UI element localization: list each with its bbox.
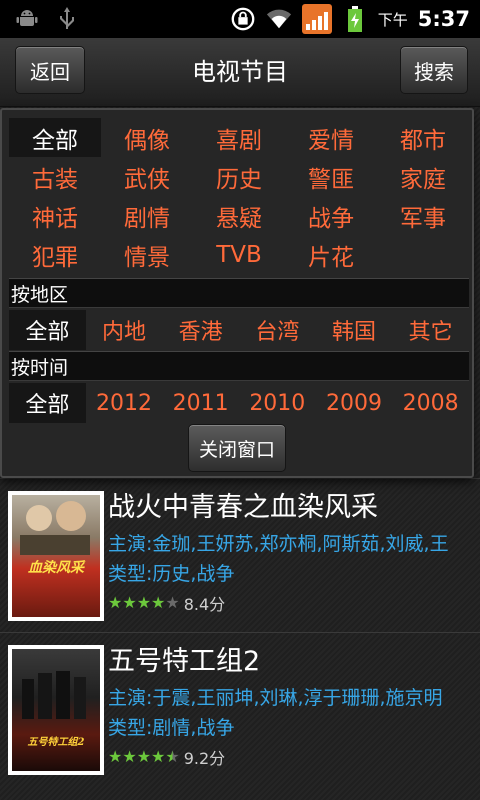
show-cast: 主演:金珈,王妍苏,郑亦桐,阿斯茹,刘威,王 <box>108 533 449 555</box>
genre-option[interactable]: 都市 <box>377 118 469 157</box>
android-debug-icon <box>14 6 40 32</box>
show-rating: ★ ★ ★ ★ ★ 9.2分 <box>108 745 225 769</box>
region-option[interactable]: 全部 <box>9 310 86 350</box>
genre-option[interactable]: 古装 <box>9 157 101 196</box>
genre-option[interactable]: 片花 <box>285 235 377 274</box>
genre-grid: 全部 偶像 喜剧 爱情 都市 古装 武侠 历史 警匪 家庭 神话 剧情 悬疑 战… <box>9 118 469 274</box>
search-button[interactable]: 搜索 <box>400 46 468 94</box>
battery-charging-icon <box>342 6 368 32</box>
genre-option[interactable]: 情景 <box>101 235 193 274</box>
region-row: 全部 内地 香港 台湾 韩国 其它 <box>9 310 469 350</box>
usb-icon <box>54 6 80 32</box>
genre-option[interactable]: 历史 <box>193 157 285 196</box>
region-option[interactable]: 韩国 <box>316 310 393 350</box>
show-cast: 主演:于震,王丽坤,刘琳,淳于珊珊,施京明 <box>108 687 443 709</box>
carrier-signal-icon <box>301 4 332 34</box>
status-bar: 下午 5:37 <box>0 0 480 38</box>
show-poster: 五号特工组2 <box>8 645 104 775</box>
genre-option[interactable]: 爱情 <box>285 118 377 157</box>
genre-option[interactable]: 喜剧 <box>193 118 285 157</box>
genre-option[interactable]: 神话 <box>9 196 101 235</box>
genre-option[interactable]: 军事 <box>377 196 469 235</box>
star-icon: ★ <box>108 593 123 612</box>
genre-option[interactable]: 武侠 <box>101 157 193 196</box>
year-row: 全部 2012 2011 2010 2009 2008 <box>9 383 469 423</box>
year-option[interactable]: 2010 <box>239 383 316 423</box>
star-icon: ★ <box>122 747 137 766</box>
filter-popup: 全部 偶像 喜剧 爱情 都市 古装 武侠 历史 警匪 家庭 神话 剧情 悬疑 战… <box>0 108 474 478</box>
star-icon: ★ <box>151 747 166 766</box>
title-bar: 返回 电视节目 搜索 <box>0 38 480 107</box>
genre-option[interactable]: 偶像 <box>101 118 193 157</box>
year-option[interactable]: 2009 <box>316 383 393 423</box>
region-option[interactable]: 香港 <box>162 310 239 350</box>
poster-caption: 五号特工组2 <box>27 737 85 748</box>
show-score: 9.2分 <box>183 749 226 768</box>
time-section-header: 按时间 <box>9 351 469 381</box>
star-icon: ★ <box>108 747 123 766</box>
wifi-icon <box>266 6 292 32</box>
region-option[interactable]: 内地 <box>86 310 163 350</box>
screen-rotation-lock-icon <box>230 6 256 32</box>
show-list-item[interactable]: 血染风采 战火中青春之血染风采 主演:金珈,王妍苏,郑亦桐,阿斯茹,刘威,王 类… <box>0 478 480 628</box>
status-time-ampm: 下午 <box>377 10 408 29</box>
genre-option[interactable]: TVB <box>193 235 285 274</box>
genre-option[interactable]: 家庭 <box>377 157 469 196</box>
show-poster: 血染风采 <box>8 491 104 621</box>
show-type: 类型:历史,战争 <box>108 563 235 585</box>
close-window-button[interactable]: 关闭窗口 <box>188 424 286 472</box>
show-title: 五号特工组2 <box>108 646 261 677</box>
show-list-item[interactable]: 五号特工组2 五号特工组2 主演:于震,王丽坤,刘琳,淳于珊珊,施京明 类型:剧… <box>0 632 480 782</box>
genre-option[interactable]: 犯罪 <box>9 235 101 274</box>
half-star-icon: ★ <box>165 747 180 766</box>
show-title: 战火中青春之血染风采 <box>108 492 378 523</box>
star-icon: ★ <box>122 593 137 612</box>
region-section-header: 按地区 <box>9 278 469 308</box>
year-option[interactable]: 2011 <box>162 383 239 423</box>
show-score: 8.4分 <box>183 595 226 614</box>
year-option[interactable]: 全部 <box>9 383 86 423</box>
year-option[interactable]: 2012 <box>86 383 163 423</box>
genre-option[interactable]: 悬疑 <box>193 196 285 235</box>
show-rating: ★ ★ ★ ★ ★ 8.4分 <box>108 591 225 615</box>
star-icon: ★ <box>136 593 152 612</box>
region-option[interactable]: 台湾 <box>239 310 316 350</box>
region-option[interactable]: 其它 <box>392 310 469 350</box>
genre-option[interactable]: 警匪 <box>285 157 377 196</box>
genre-option[interactable]: 剧情 <box>101 196 193 235</box>
year-option[interactable]: 2008 <box>392 383 469 423</box>
star-icon: ★ <box>136 747 152 766</box>
genre-option[interactable]: 战争 <box>285 196 377 235</box>
status-time: 5:37 <box>417 7 470 31</box>
star-icon: ★ <box>151 593 166 612</box>
star-icon: ★ <box>165 593 180 612</box>
poster-caption: 血染风采 <box>28 560 84 576</box>
genre-option[interactable]: 全部 <box>9 118 101 157</box>
show-type: 类型:剧情,战争 <box>108 717 235 739</box>
